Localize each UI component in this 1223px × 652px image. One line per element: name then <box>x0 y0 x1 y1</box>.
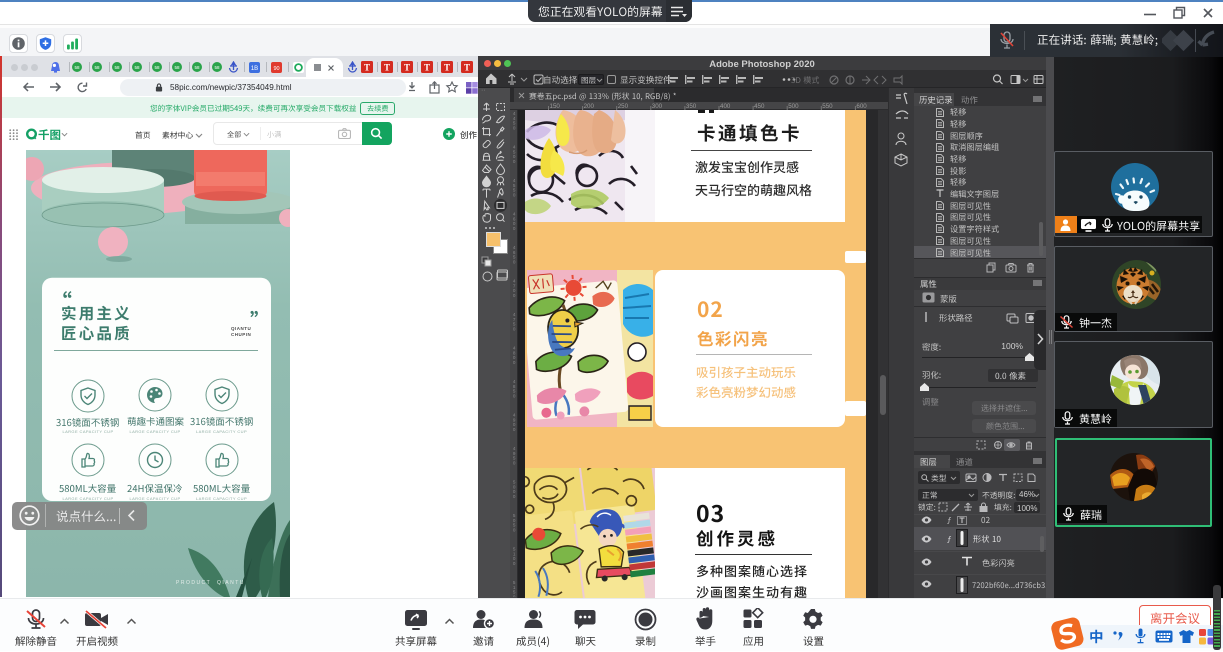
svg-text:90: 90 <box>273 66 279 72</box>
svg-text:0: 0 <box>513 494 516 499</box>
svg-text:0: 0 <box>513 159 516 164</box>
svg-text:0: 0 <box>513 259 516 264</box>
svg-text:550: 550 <box>822 103 833 110</box>
svg-text:58: 58 <box>174 65 180 70</box>
svg-text:0: 0 <box>513 125 516 130</box>
svg-text:350: 350 <box>686 103 697 110</box>
svg-text:0: 0 <box>513 427 516 432</box>
svg-text:T: T <box>444 63 450 73</box>
svg-text:T: T <box>424 63 430 73</box>
svg-text:300: 300 <box>652 103 663 110</box>
svg-text:0: 0 <box>513 226 516 231</box>
svg-text:58: 58 <box>114 65 120 70</box>
svg-text:58: 58 <box>94 65 100 70</box>
svg-text:58: 58 <box>214 65 220 70</box>
svg-text:58: 58 <box>194 65 200 70</box>
svg-text:0: 0 <box>513 561 516 566</box>
svg-text:0: 0 <box>513 393 516 398</box>
svg-text:400: 400 <box>720 103 731 110</box>
svg-text:250: 250 <box>618 103 629 110</box>
svg-text:58: 58 <box>74 65 80 70</box>
svg-text:0: 0 <box>513 192 516 197</box>
svg-text:T: T <box>364 63 370 73</box>
svg-text:0: 0 <box>513 460 516 465</box>
svg-text:T: T <box>464 63 470 73</box>
svg-text:600: 600 <box>856 103 867 110</box>
svg-text:150: 150 <box>550 103 561 110</box>
svg-text:200: 200 <box>584 103 595 110</box>
svg-text:0: 0 <box>513 293 516 298</box>
svg-text:T: T <box>404 63 410 73</box>
svg-text:450: 450 <box>754 103 765 110</box>
svg-text:T: T <box>384 63 390 73</box>
svg-text:1B: 1B <box>251 66 258 72</box>
svg-text:500: 500 <box>788 103 799 110</box>
svg-text:0: 0 <box>513 527 516 532</box>
svg-text:58: 58 <box>154 65 160 70</box>
svg-text:0: 0 <box>513 326 516 331</box>
svg-text:0: 0 <box>513 360 516 365</box>
svg-text:58: 58 <box>134 65 140 70</box>
